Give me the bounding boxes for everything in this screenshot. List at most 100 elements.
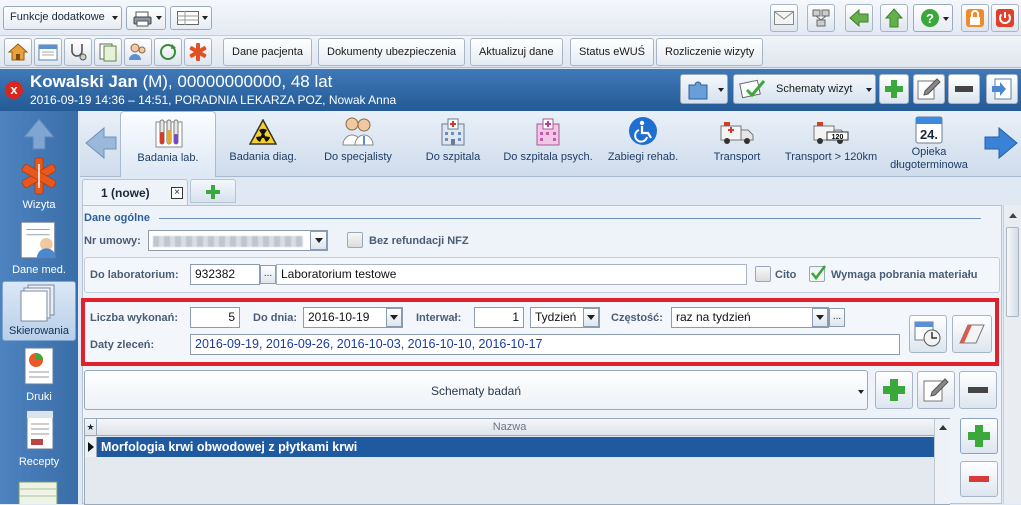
interwal-input[interactable]: 1 <box>474 307 524 328</box>
page-scrollbar[interactable] <box>1003 205 1021 504</box>
section-title-dane-ogolne: Dane ogólne <box>84 212 151 224</box>
lock-button[interactable] <box>961 4 989 32</box>
sheet-icon[interactable] <box>18 481 58 504</box>
daty-zlecen-field: 2016-09-19, 2016-09-26, 2016-10-03, 2016… <box>190 334 900 355</box>
stethoscope-icon <box>71 44 87 61</box>
do-laboratorium-label: Do laboratorium: <box>90 269 179 281</box>
tab-opieka-dlugoterminowa[interactable]: 24. Opieka długoterminowa <box>885 111 973 177</box>
generate-dates-button[interactable] <box>909 315 947 353</box>
cito-checkbox[interactable] <box>755 266 771 282</box>
wymaga-pobrania-checkbox[interactable] <box>809 265 826 282</box>
bez-refundacji-checkbox[interactable] <box>347 232 363 248</box>
aktualizuj-dane-button[interactable]: Aktualizuj dane <box>470 38 563 66</box>
users-button[interactable] <box>124 38 152 66</box>
export-button[interactable] <box>986 74 1018 104</box>
tab-transport[interactable]: Transport <box>700 111 774 177</box>
patient-name-text: Kowalski Jan <box>30 72 138 91</box>
sidebar-item-skierowania[interactable]: Skierowania <box>2 281 76 341</box>
calendar-24-icon: 24. <box>915 116 943 144</box>
arrow-left-icon[interactable] <box>84 126 118 160</box>
medical-button[interactable] <box>184 38 212 66</box>
edit-schema-button[interactable] <box>917 371 955 409</box>
lab-browse-button[interactable]: ... <box>260 265 276 284</box>
refresh-user-button[interactable] <box>154 38 182 66</box>
remove-exam-button[interactable] <box>960 461 998 497</box>
help-icon: ? <box>921 9 939 27</box>
rozliczenie-wizyty-button[interactable]: Rozliczenie wizyty <box>656 38 764 66</box>
puzzle-dropdown[interactable] <box>680 74 728 104</box>
user-refresh-icon <box>160 44 176 60</box>
minus-icon <box>955 86 973 92</box>
sidebar-item-wizyta[interactable]: Wizyta <box>2 156 76 214</box>
power-button[interactable] <box>991 4 1019 32</box>
dokumenty-ubezpieczenia-button[interactable]: Dokumenty ubezpieczenia <box>318 38 466 66</box>
dane-pacjenta-button[interactable]: Dane pacjenta <box>223 38 312 66</box>
add-schema-button[interactable] <box>875 371 913 409</box>
grid-header-nazwa[interactable]: Nazwa <box>85 421 934 433</box>
patient-card-icon <box>20 221 56 259</box>
print-dropdown[interactable] <box>126 6 166 30</box>
nr-umowy-dropdown-button[interactable] <box>310 231 327 250</box>
tab-do-szpitala-psych[interactable]: Do szpitala psych. <box>498 111 598 177</box>
tab-badania-lab[interactable]: Badania lab. <box>120 111 216 177</box>
schematy-badan-dropdown[interactable]: Schematy badań <box>84 370 868 410</box>
add-scheme-button[interactable] <box>879 74 909 104</box>
grid-scrollbar[interactable] <box>934 419 950 504</box>
edit-scheme-button[interactable] <box>913 74 945 104</box>
help-dropdown[interactable]: ? <box>913 4 953 32</box>
scroll-thumb[interactable] <box>1006 227 1019 317</box>
sidebar-item-druki[interactable]: Druki <box>2 346 76 404</box>
tab-badania-diag[interactable]: Badania diag. <box>220 111 306 177</box>
tab-transport-120km[interactable]: 120 Transport > 120km <box>783 111 879 177</box>
lock-icon <box>966 9 984 27</box>
up-button[interactable] <box>880 4 908 32</box>
czestosc-value: raz na tydzień <box>676 310 751 324</box>
add-exam-button[interactable] <box>960 418 998 454</box>
row-selector[interactable] <box>85 437 97 457</box>
scroll-up-arrow-icon[interactable] <box>939 425 947 430</box>
tab-do-specjalisty[interactable]: Do specjalisty <box>316 111 400 177</box>
tab-zabiegi-rehab[interactable]: Zabiegi rehab. <box>603 111 683 177</box>
tab-do-szpitala[interactable]: Do szpitala <box>415 111 491 177</box>
stethoscope-button[interactable] <box>64 38 92 66</box>
schematy-wizyt-dropdown[interactable]: Schematy wizyt <box>733 74 876 104</box>
scroll-up-arrow-icon[interactable] <box>1009 213 1017 218</box>
table-row[interactable]: Morfologia krwi obwodowej z płytkami krw… <box>85 437 934 457</box>
subtab-1-nowe[interactable]: 1 (nowe) × <box>82 179 188 205</box>
clear-dates-button[interactable] <box>952 315 992 353</box>
close-visit-icon[interactable]: x <box>5 81 23 99</box>
calendar-button[interactable] <box>34 38 62 66</box>
close-tab-icon[interactable]: × <box>171 187 183 199</box>
network-button[interactable] <box>807 4 835 32</box>
back-button[interactable] <box>845 4 873 32</box>
do-dnia-dropdown-button[interactable] <box>386 308 402 327</box>
remove-schema-button[interactable] <box>959 371 997 409</box>
layout-dropdown[interactable] <box>170 6 212 30</box>
lab-code-input[interactable]: 932382 <box>190 264 260 285</box>
sidebar-up-arrow-icon[interactable] <box>22 117 56 151</box>
wheelchair-icon <box>629 117 657 145</box>
referrals-stack-icon <box>20 284 55 322</box>
add-tab-button[interactable] <box>190 179 236 203</box>
documents-button[interactable] <box>94 38 122 66</box>
remove-scheme-button[interactable] <box>948 74 980 104</box>
svg-text:120: 120 <box>832 134 844 141</box>
nr-umowy-select[interactable] <box>148 230 328 251</box>
sidebar-item-dane-med[interactable]: Dane med. <box>2 219 76 279</box>
czestosc-browse-button[interactable]: ... <box>829 308 845 327</box>
arrow-right-icon[interactable] <box>983 126 1019 160</box>
calendar-icon <box>38 44 58 61</box>
czestosc-label: Częstość: <box>611 312 663 324</box>
home-button[interactable] <box>4 38 32 66</box>
funkcje-dodatkowe-dropdown[interactable]: Funkcje dodatkowe <box>3 6 122 30</box>
sidebar-item-recepty[interactable]: Recepty <box>2 409 76 469</box>
czestosc-select[interactable]: raz na tydzień <box>671 307 829 328</box>
print-report-icon <box>24 347 54 385</box>
liczba-wykonan-input[interactable]: 5 <box>190 307 240 328</box>
interwal-unit-dropdown-button[interactable] <box>583 308 599 327</box>
message-button[interactable] <box>770 4 798 32</box>
status-ewus-button[interactable]: Status eWUŚ <box>570 38 655 66</box>
sidebar-label-wizyta: Wizyta <box>22 199 56 211</box>
tab-label-do-szpitala-psych: Do szpitala psych. <box>503 151 593 163</box>
czestosc-dropdown-button[interactable] <box>812 308 828 327</box>
